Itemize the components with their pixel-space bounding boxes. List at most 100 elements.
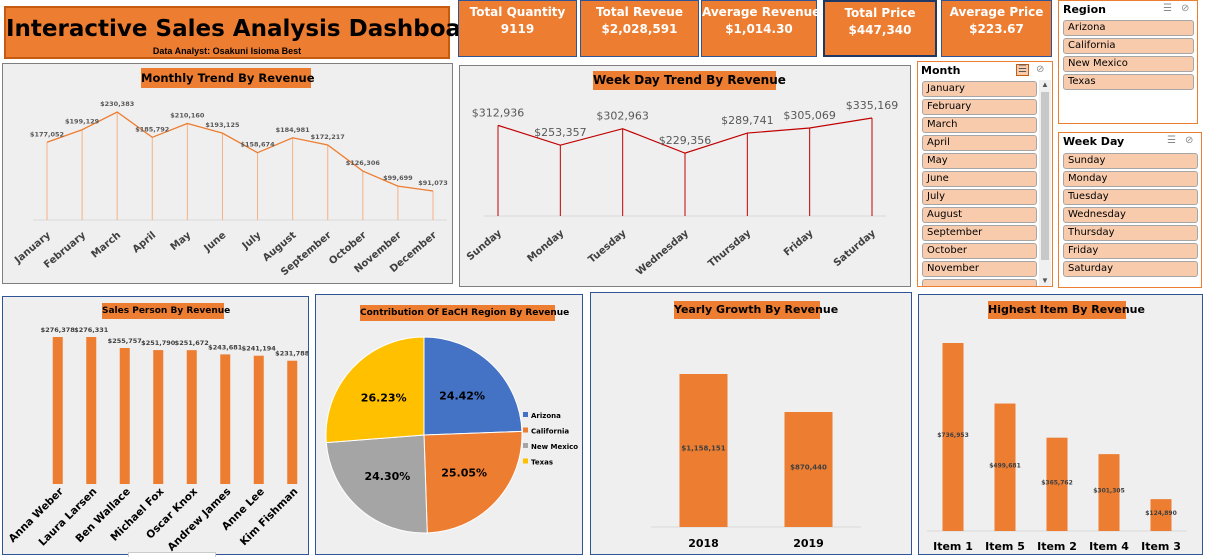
slicer-item-tuesday[interactable]: Tuesday (1063, 189, 1198, 205)
bar-ben-wallace (119, 347, 130, 484)
data-label-kim-fishman: $231,788 (275, 350, 308, 358)
data-label-item-2: $365,762 (1041, 479, 1073, 486)
slicer-item-friday[interactable]: Friday (1063, 243, 1198, 259)
pie-slice-arizona (423, 336, 523, 436)
slicer-item-monday[interactable]: Monday (1063, 171, 1198, 187)
legend-label-california: California (531, 428, 569, 436)
slicer-item-saturday[interactable]: Saturday (1063, 261, 1198, 277)
tick-label-wednesday: Wednesday (634, 228, 691, 278)
month-slicer-list: January February March April May June Ju… (918, 62, 1038, 286)
data-label-february: $199,129 (65, 118, 100, 126)
slicer-item-partial[interactable] (922, 279, 1037, 286)
kpi-value: $2,028,591 (601, 22, 678, 36)
slicer-item-wednesday[interactable]: Wednesday (1063, 207, 1198, 223)
bar-andrew-james (220, 354, 231, 484)
highest-item-panel: Highest Item By Revenue $736,953 Item 1 $4… (918, 294, 1203, 555)
slicer-item-january[interactable]: January (922, 81, 1037, 97)
scroll-up-icon[interactable]: ▲ (1039, 80, 1051, 90)
kpi-value: $447,340 (848, 23, 912, 37)
data-label-january: $177,052 (30, 130, 64, 138)
scroll-thumb[interactable] (1041, 92, 1049, 260)
multi-select-icon[interactable]: ☰ (1163, 3, 1172, 14)
tick-label-2019: 2019 (793, 537, 824, 550)
kpi-label: Total Quantity (469, 5, 566, 19)
data-label-michael-fox: $251,790 (141, 339, 176, 347)
bar-michael-fox (153, 350, 164, 484)
bar-anne-lee (253, 355, 264, 484)
legend-swatch-california (523, 427, 528, 433)
month-slicer-scrollbar[interactable]: ▲ ▼ (1039, 80, 1051, 286)
page-subtitle: Data Analyst: Osakuni Isioma Best (152, 46, 302, 56)
data-label-2019: $870,440 (790, 464, 827, 472)
kpi-label: Average Price (949, 5, 1044, 19)
multi-select-icon[interactable]: ☰ (1167, 135, 1176, 146)
sheet-tab[interactable] (128, 552, 216, 557)
slicer-item-thursday[interactable]: Thursday (1063, 225, 1198, 241)
data-label-june: $193,125 (205, 121, 240, 129)
data-label-2018: $1,158,151 (681, 445, 725, 453)
tick-label-item-4: Item 4 (1089, 540, 1129, 553)
slicer-item-california[interactable]: California (1063, 38, 1194, 54)
monthly-trend-panel: Monthly Trend By Revenue $177,052 January… (2, 63, 453, 284)
slicer-item-july[interactable]: July (922, 189, 1037, 205)
data-label-monday: $253,357 (534, 126, 587, 139)
slicer-item-november[interactable]: November (922, 261, 1037, 277)
tick-label-april: April (131, 230, 159, 256)
data-label-laura-larsen: $276,331 (74, 326, 109, 334)
weekday-trend-panel: Week Day Trend By Revenue $312,936 Sunday… (459, 65, 911, 287)
data-label-texas: 26.23% (361, 392, 407, 405)
region-slicer: Region ☰ ⊘ Arizona California New Mexico… (1058, 0, 1198, 124)
pie-slice-texas (325, 336, 425, 444)
data-label-california: 25.05% (441, 466, 487, 479)
legend-swatch-new-mexico (523, 443, 528, 448)
region-pie-chart: 24.42% 25.05% 24.30% 26.23% Arizona Californi… (325, 336, 578, 534)
scroll-down-icon[interactable]: ▼ (1039, 276, 1051, 286)
data-label-item-3: $124,890 (1145, 510, 1177, 517)
slicer-item-new-mexico[interactable]: New Mexico (1063, 56, 1194, 72)
slicer-item-april[interactable]: April (922, 135, 1037, 151)
kpi-value: $223.67 (969, 22, 1024, 36)
series-line (46, 111, 434, 192)
weekday-slicer: Week Day ☰ ⊘ Sunday Monday Tuesday Wedne… (1058, 132, 1202, 288)
data-label-ben-wallace: $255,757 (108, 337, 142, 345)
tick-label-2018: 2018 (688, 537, 719, 550)
page-title: Interactive Sales Analysis Dashboard (6, 16, 489, 42)
tick-label-june: June (202, 230, 229, 255)
data-label-saturday: $335,169 (846, 99, 899, 112)
slicer-item-september[interactable]: September (922, 225, 1037, 241)
legend-label-texas: Texas (531, 459, 553, 467)
tick-label-item-2: Item 2 (1037, 540, 1077, 553)
slicer-item-sunday[interactable]: Sunday (1063, 153, 1198, 169)
tick-label-kim-fishman: Kim Fishman (238, 486, 300, 548)
kpi-total-quantity: Total Quantity 9119 (458, 0, 577, 57)
kpi-label: Average Revenue (702, 5, 821, 19)
data-label-oscar-knox: $251,672 (175, 339, 209, 347)
slicer-item-february[interactable]: February (922, 99, 1037, 115)
tick-label-march: March (89, 230, 123, 261)
pie-slice-new-mexico (325, 434, 428, 534)
slicer-item-arizona[interactable]: Arizona (1063, 20, 1194, 36)
slicer-item-october[interactable]: October (922, 243, 1037, 259)
region-pie-panel: Contribution Of EaCH Region By Revenue 2… (315, 294, 583, 555)
data-label-november: $99,699 (383, 174, 413, 182)
data-label-may: $210,160 (170, 111, 205, 119)
data-label-friday: $305,069 (783, 109, 836, 122)
tick-label-friday: Friday (782, 228, 816, 259)
slicer-item-june[interactable]: June (922, 171, 1037, 187)
clear-filter-icon[interactable]: ⊘ (1185, 135, 1193, 146)
yearly-growth-chart: $1,158,151 2018 $870,440 2019 (651, 374, 861, 550)
data-label-thursday: $289,741 (721, 114, 774, 127)
data-label-wednesday: $229,356 (659, 134, 712, 147)
slicer-item-texas[interactable]: Texas (1063, 74, 1194, 90)
kpi-total-revenue: Total Reveue $2,028,591 (580, 0, 699, 57)
slicer-item-august[interactable]: August (922, 207, 1037, 223)
tick-label-monday: Monday (525, 228, 566, 265)
clear-filter-icon[interactable]: ⊘ (1181, 3, 1189, 14)
legend-label-new-mexico: New Mexico (531, 443, 578, 451)
slicer-item-march[interactable]: March (922, 117, 1037, 133)
tick-label-july: July (240, 230, 264, 253)
legend-swatch-texas (523, 458, 528, 464)
data-label-sunday: $312,936 (472, 106, 525, 119)
slicer-item-may[interactable]: May (922, 153, 1037, 169)
yearly-growth-panel: Yearly Growth By Revenue $1,158,151 2018 $… (590, 292, 912, 555)
